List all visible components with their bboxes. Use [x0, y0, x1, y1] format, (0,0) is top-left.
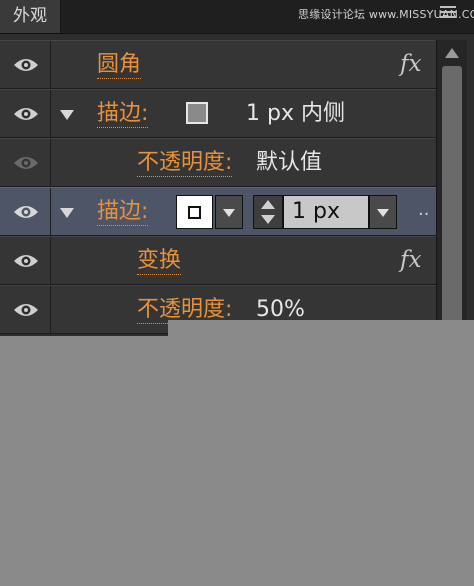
cropped-area	[168, 320, 474, 336]
chevron-down-icon	[223, 209, 235, 217]
fx-icon[interactable]: fx	[400, 247, 421, 273]
stroke-value: 1 px 内侧	[246, 101, 345, 126]
stroke-label[interactable]: 描边:	[97, 199, 149, 226]
stroke-color-swatch[interactable]	[186, 102, 208, 124]
visibility-cell[interactable]	[0, 139, 51, 186]
stroke-width-input[interactable]: 1 px	[283, 195, 369, 229]
scroll-up-icon[interactable]	[445, 48, 459, 58]
fx-icon[interactable]: fx	[400, 51, 421, 77]
eye-icon-dimmed[interactable]	[13, 155, 39, 171]
visibility-cell[interactable]	[0, 188, 51, 235]
stroke-square-icon	[188, 206, 201, 219]
panel-menu-icon[interactable]	[436, 4, 458, 20]
empty-canvas-area	[0, 336, 474, 586]
stroke-label[interactable]: 描边:	[97, 101, 149, 128]
eye-icon[interactable]	[13, 204, 39, 220]
appearance-list: 圆角 fx 描边: 1 px 内侧 不透明度: 默认值 描边: 1 px .. …	[0, 40, 436, 334]
visibility-cell[interactable]	[0, 90, 51, 137]
scroll-thumb[interactable]	[442, 66, 462, 334]
stroke-swatch-dropdown[interactable]	[215, 195, 243, 229]
expand-triangle-icon[interactable]	[60, 208, 74, 218]
effect-label-transform[interactable]: 变换	[137, 248, 182, 275]
appearance-row-stroke[interactable]: 描边: 1 px 内侧	[0, 89, 436, 138]
more-options[interactable]: ..	[418, 199, 429, 220]
appearance-row-transform[interactable]: 变换 fx	[0, 236, 436, 285]
stroke-width-dropdown[interactable]	[369, 195, 397, 229]
stepper-up-icon[interactable]	[261, 200, 275, 209]
panel-scrollbar[interactable]	[436, 40, 467, 336]
opacity-label[interactable]: 不透明度:	[137, 150, 233, 177]
appearance-panel: 外观 思缘设计论坛 www.MISSYUAN.COM 圆角 fx 描边: 1 p…	[0, 0, 474, 336]
eye-icon[interactable]	[13, 106, 39, 122]
tab-appearance[interactable]: 外观	[0, 0, 61, 33]
appearance-row-stroke-selected[interactable]: 描边: 1 px ..	[0, 187, 436, 236]
stepper-down-icon[interactable]	[261, 215, 275, 224]
stroke-width-stepper[interactable]	[253, 195, 283, 229]
panel-tabbar: 外观 思缘设计论坛 www.MISSYUAN.COM	[0, 0, 474, 34]
visibility-cell[interactable]	[0, 237, 51, 284]
expand-triangle-icon[interactable]	[60, 110, 74, 120]
stroke-swatch-button[interactable]	[176, 195, 213, 229]
eye-icon[interactable]	[13, 302, 39, 318]
opacity-value: 默认值	[256, 150, 323, 175]
eye-icon[interactable]	[13, 253, 39, 269]
appearance-row-opacity-default[interactable]: 不透明度: 默认值	[0, 138, 436, 187]
chevron-down-icon	[377, 209, 389, 217]
eye-icon[interactable]	[13, 57, 39, 73]
effect-label-round-corners[interactable]: 圆角	[97, 52, 142, 79]
visibility-cell[interactable]	[0, 41, 51, 88]
visibility-cell[interactable]	[0, 286, 51, 333]
appearance-row-round-corners[interactable]: 圆角 fx	[0, 40, 436, 89]
